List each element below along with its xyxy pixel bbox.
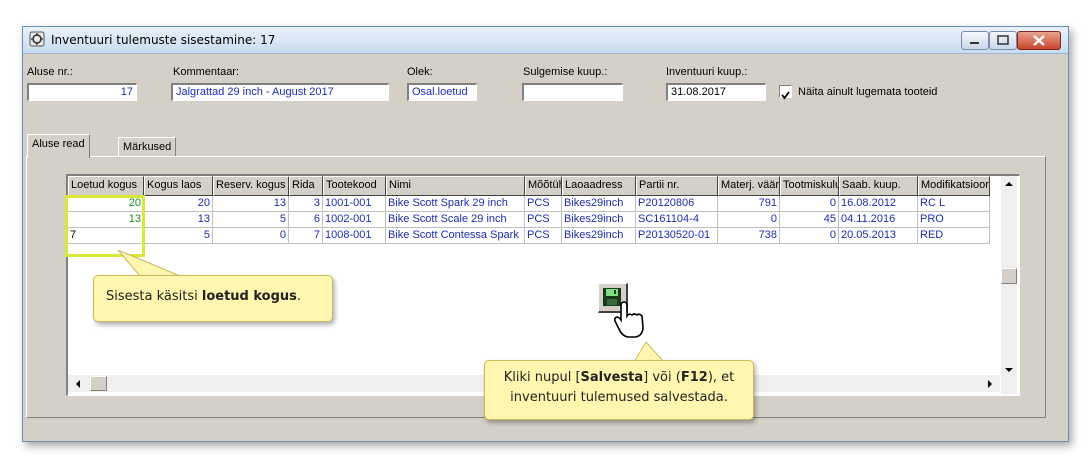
close-icon <box>1033 35 1045 46</box>
minimize-button[interactable] <box>961 31 989 50</box>
vertical-scroll-thumb[interactable] <box>1001 268 1017 284</box>
save-callout-f12: F12 <box>680 370 708 385</box>
column-header-mootuhik[interactable]: Mõõtühik <box>525 176 562 196</box>
horizontal-scroll-thumb[interactable] <box>90 376 107 391</box>
hand-pointer-icon <box>613 301 644 338</box>
cell-materj-vaartus[interactable]: 738 <box>718 228 780 244</box>
show-unread-only-label: Näita ainult lugemata tooteid <box>798 86 938 98</box>
column-header-materj-vaartus[interactable]: Materj. väärtus <box>718 176 780 196</box>
cell-kogus-laos[interactable]: 20 <box>144 196 213 212</box>
scroll-left-icon[interactable] <box>74 379 82 389</box>
cell-laoaadress[interactable]: Bikes29inch <box>562 196 636 212</box>
cell-kogus-laos[interactable]: 5 <box>144 228 213 244</box>
scroll-right-icon[interactable] <box>986 379 994 389</box>
callout-pointer <box>117 250 181 277</box>
checkmark-icon <box>781 91 790 100</box>
maximize-button[interactable] <box>989 31 1017 50</box>
enter-count-callout: Sisesta käsitsi loetud kogus. <box>93 275 333 322</box>
cell-laoaadress[interactable]: Bikes29inch <box>562 228 636 244</box>
minimize-icon <box>970 42 979 44</box>
save-callout-text-a: Kliki nupul [ <box>503 370 581 385</box>
cell-nimi[interactable]: Bike Scott Contessa Spark <box>386 228 525 244</box>
cell-tootmiskulu[interactable]: 0 <box>780 228 839 244</box>
cell-saab-kuup[interactable]: 04.11.2016 <box>839 212 918 228</box>
cell-rida[interactable]: 7 <box>289 228 323 244</box>
loetud-kogus-highlight <box>65 195 145 257</box>
maximize-icon <box>997 35 1009 45</box>
save-callout-line2: inventuuri tulemused salvestada. <box>510 390 728 405</box>
save-callout-text-e: ), et <box>707 370 735 385</box>
column-header-nimi[interactable]: Nimi <box>386 176 525 196</box>
cell-modifikatsioon[interactable]: RED <box>918 228 990 244</box>
save-callout-text-c: ] või ( <box>643 370 681 385</box>
sulgemise-kuup-field[interactable] <box>522 83 623 101</box>
scroll-down-icon[interactable] <box>1004 366 1014 374</box>
column-header-tootmiskulu[interactable]: Tootmiskulu <box>780 176 839 196</box>
cell-reserv-kogus[interactable]: 13 <box>213 196 289 212</box>
column-header-rida[interactable]: Rida <box>289 176 323 196</box>
column-header-reserv-kogus[interactable]: Reserv. kogus <box>213 176 289 196</box>
cell-mootuhik[interactable]: PCS <box>525 228 562 244</box>
cell-partii-nr[interactable]: SC161104-4 <box>636 212 718 228</box>
cell-tootekood[interactable]: 1002-001 <box>323 212 386 228</box>
cell-saab-kuup[interactable]: 16.08.2012 <box>839 196 918 212</box>
cell-materj-vaartus[interactable]: 791 <box>718 196 780 212</box>
olek-label: Olek: <box>407 66 433 78</box>
cell-rida[interactable]: 3 <box>289 196 323 212</box>
save-callout-save-word: Salvesta <box>580 370 644 385</box>
window-title: Inventuuri tulemuste sisestamine: 17 <box>51 33 276 47</box>
cell-nimi[interactable]: Bike Scott Scale 29 inch <box>386 212 525 228</box>
cell-tootmiskulu[interactable]: 0 <box>780 196 839 212</box>
column-header-partii-nr[interactable]: Partii nr. <box>636 176 718 196</box>
cell-modifikatsioon[interactable]: RC L <box>918 196 990 212</box>
cell-mootuhik[interactable]: PCS <box>525 212 562 228</box>
column-header-modifikatsioon[interactable]: Modifikatsioon <box>918 176 990 196</box>
cell-partii-nr[interactable]: P20130520-01 <box>636 228 718 244</box>
kommentaar-field[interactable]: Jalgrattad 29 inch - August 2017 <box>171 83 389 101</box>
sulgemise-kuup-label: Sulgemise kuup.: <box>523 66 608 78</box>
column-header-saab-kuup[interactable]: Saab. kuup. <box>839 176 918 196</box>
scroll-up-icon[interactable] <box>1004 180 1014 188</box>
cell-partii-nr[interactable]: P20120806 <box>636 196 718 212</box>
vertical-scrollbar[interactable] <box>1001 176 1017 394</box>
cell-laoaadress[interactable]: Bikes29inch <box>562 212 636 228</box>
cell-tootekood[interactable]: 1008-001 <box>323 228 386 244</box>
cell-saab-kuup[interactable]: 20.05.2013 <box>839 228 918 244</box>
cell-materj-vaartus[interactable]: 0 <box>718 212 780 228</box>
column-header-loetud-kogus[interactable]: Loetud kogus <box>68 176 144 196</box>
enter-count-callout-prefix: Sisesta käsitsi <box>106 289 202 304</box>
save-callout-pointer <box>633 342 665 362</box>
olek-field[interactable]: Osal.loetud <box>407 83 477 101</box>
cell-modifikatsioon[interactable]: PRO <box>918 212 990 228</box>
kommentaar-label: Kommentaar: <box>173 66 240 78</box>
aluse-nr-field[interactable]: 17 <box>27 83 137 101</box>
app-icon <box>29 31 45 47</box>
save-callout: Kliki nupul [Salvesta] või (F12), et inv… <box>484 360 754 420</box>
tab-aluse-read[interactable]: Aluse read <box>27 134 90 158</box>
tab-markused[interactable]: Märkused <box>118 137 177 158</box>
cell-nimi[interactable]: Bike Scott Spark 29 inch <box>386 196 525 212</box>
column-header-laoaadress[interactable]: Laoaadress <box>562 176 636 196</box>
aluse-nr-label: Aluse nr.: <box>27 66 73 78</box>
cell-tootmiskulu[interactable]: 45 <box>780 212 839 228</box>
cell-tootekood[interactable]: 1001-001 <box>323 196 386 212</box>
enter-count-callout-suffix: . <box>296 289 302 304</box>
cell-reserv-kogus[interactable]: 5 <box>213 212 289 228</box>
cell-reserv-kogus[interactable]: 0 <box>213 228 289 244</box>
show-unread-only-checkbox[interactable] <box>779 85 792 100</box>
enter-count-callout-bold: loetud kogus <box>201 289 297 304</box>
cell-rida[interactable]: 6 <box>289 212 323 228</box>
column-header-kogus-laos[interactable]: Kogus laos <box>144 176 213 196</box>
title-bar: Inventuuri tulemuste sisestamine: 17 <box>23 27 1068 54</box>
inventuuri-kuup-label: Inventuuri kuup.: <box>666 66 748 78</box>
column-header-tootekood[interactable]: Tootekood <box>323 176 386 196</box>
close-button[interactable] <box>1017 31 1061 50</box>
cell-mootuhik[interactable]: PCS <box>525 196 562 212</box>
inventuuri-kuup-field[interactable]: 31.08.2017 <box>666 83 766 101</box>
cell-kogus-laos[interactable]: 13 <box>144 212 213 228</box>
